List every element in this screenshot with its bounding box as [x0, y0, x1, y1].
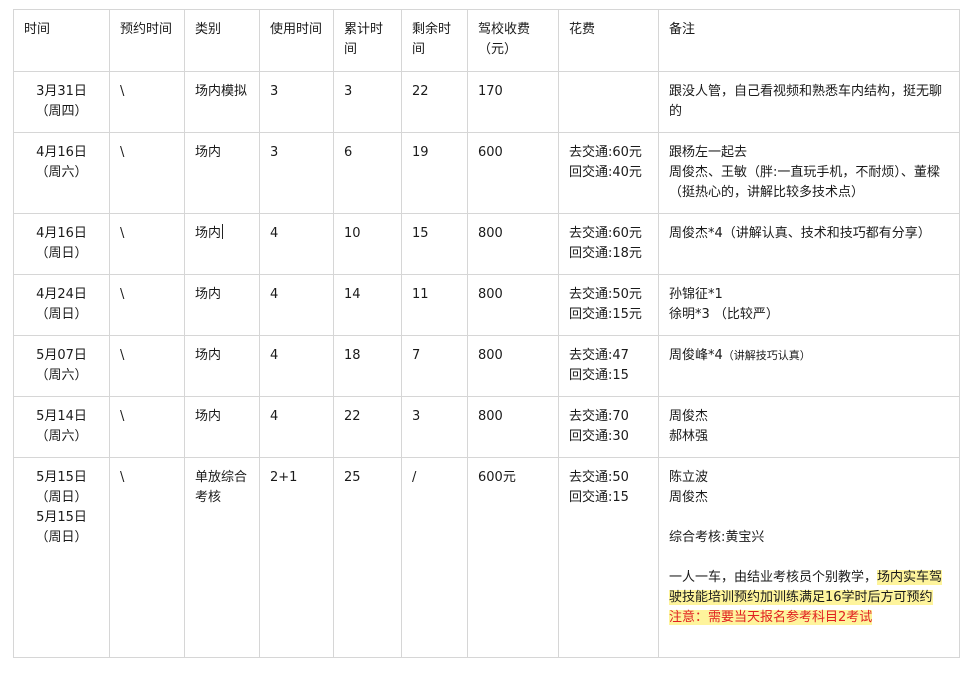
table-row: 4月16日 （周日） \ 场内 4 10 15 800 去交通:60元 回交通:18…	[13, 213, 960, 275]
booking-cell[interactable]: \	[109, 132, 185, 214]
cost-cell[interactable]: 去交通:50元 回交通:15元	[558, 274, 659, 336]
cost-cell[interactable]: 去交通:47 回交通:15	[558, 335, 659, 397]
remaining-time-cell[interactable]: 22	[401, 71, 468, 133]
driving-record-table: 时间 预约时间 类别 使用时间 累计时间 剩余时间 驾校收费（元） 花费 备注 …	[13, 9, 960, 658]
category-cell[interactable]: 单放综合考核	[184, 457, 260, 658]
table-row: 3月31日 （周四） \ 场内模拟 3 3 22 170 跟没人管，自己看视频和熟…	[13, 71, 960, 133]
booking-cell[interactable]: \	[109, 213, 185, 275]
cost-cell[interactable]	[558, 71, 659, 133]
remaining-time-cell[interactable]: 11	[401, 274, 468, 336]
fee-cell[interactable]: 800	[467, 213, 559, 275]
category-cell[interactable]: 场内	[184, 335, 260, 397]
header-cost: 花费	[558, 9, 659, 72]
header-use-time: 使用时间	[259, 9, 334, 72]
total-time-cell[interactable]: 25	[333, 457, 402, 658]
notes-cell[interactable]: 孙锦征*1 徐明*3 （比较严）	[658, 274, 960, 336]
exam-note: 综合考核:黄宝兴	[669, 530, 765, 545]
header-category: 类别	[184, 9, 260, 72]
fee-cell[interactable]: 800	[467, 335, 559, 397]
header-total-time: 累计时间	[333, 9, 402, 72]
notes-cell[interactable]: 跟没人管，自己看视频和熟悉车内结构，挺无聊的	[658, 71, 960, 133]
notes-cell[interactable]: 周俊峰*4（讲解技巧认真）	[658, 335, 960, 397]
header-time: 时间	[13, 9, 110, 72]
total-time-cell[interactable]: 10	[333, 213, 402, 275]
date-cell[interactable]: 4月16日 （周六）	[13, 132, 110, 214]
category-cell[interactable]: 场内	[184, 213, 260, 275]
total-time-cell[interactable]: 14	[333, 274, 402, 336]
category-cell[interactable]: 场内	[184, 274, 260, 336]
remaining-time-cell[interactable]: 15	[401, 213, 468, 275]
booking-cell[interactable]: \	[109, 396, 185, 458]
notes-cell[interactable]: 陈立波 周俊杰 综合考核:黄宝兴 一人一车，由结业考核员个别教学，场内实车驾驶技…	[658, 457, 960, 658]
warning-note: 注意：需要当天报名参考科目2考试	[669, 610, 873, 625]
use-time-cell[interactable]: 3	[259, 71, 334, 133]
header-school-fee: 驾校收费（元）	[467, 9, 559, 72]
date-cell[interactable]: 5月15日 （周日） 5月15日 （周日）	[13, 457, 110, 658]
cost-cell[interactable]: 去交通:70 回交通:30	[558, 396, 659, 458]
notes-cell[interactable]: 周俊杰*4（讲解认真、技术和技巧都有分享）	[658, 213, 960, 275]
use-time-cell[interactable]: 4	[259, 335, 334, 397]
total-time-cell[interactable]: 18	[333, 335, 402, 397]
table-row: 4月24日 （周日） \ 场内 4 14 11 800 去交通:50元 回交通:15…	[13, 274, 960, 336]
table-row: 5月15日 （周日） 5月15日 （周日） \ 单放综合考核 2+1 25 / 600…	[13, 457, 960, 658]
notes-cell[interactable]: 跟杨左一起去 周俊杰、王敏（胖:一直玩手机，不耐烦）、董樑（挺热心的，讲解比较多技…	[658, 132, 960, 214]
use-time-cell[interactable]: 4	[259, 396, 334, 458]
header-notes: 备注	[658, 9, 960, 72]
date-cell[interactable]: 4月16日 （周日）	[13, 213, 110, 275]
fee-cell[interactable]: 800	[467, 274, 559, 336]
record-table-wrapper: 时间 预约时间 类别 使用时间 累计时间 剩余时间 驾校收费（元） 花费 备注 …	[13, 9, 960, 658]
fee-cell[interactable]: 600元	[467, 457, 559, 658]
notes-cell[interactable]: 周俊杰 郝林强	[658, 396, 960, 458]
cost-cell[interactable]: 去交通:50 回交通:15	[558, 457, 659, 658]
total-time-cell[interactable]: 6	[333, 132, 402, 214]
fee-cell[interactable]: 600	[467, 132, 559, 214]
header-booking-time: 预约时间	[109, 9, 185, 72]
total-time-cell[interactable]: 3	[333, 71, 402, 133]
use-time-cell[interactable]: 3	[259, 132, 334, 214]
booking-cell[interactable]: \	[109, 457, 185, 658]
date-cell[interactable]: 4月24日 （周日）	[13, 274, 110, 336]
header-remaining-time: 剩余时间	[401, 9, 468, 72]
table-row: 5月07日 （周六） \ 场内 4 18 7 800 去交通:47 回交通:15 周…	[13, 335, 960, 397]
use-time-cell[interactable]: 4	[259, 213, 334, 275]
booking-cell[interactable]: \	[109, 335, 185, 397]
total-time-cell[interactable]: 22	[333, 396, 402, 458]
header-row: 时间 预约时间 类别 使用时间 累计时间 剩余时间 驾校收费（元） 花费 备注	[13, 9, 960, 72]
date-cell[interactable]: 5月14日 （周六）	[13, 396, 110, 458]
booking-cell[interactable]: \	[109, 274, 185, 336]
fee-cell[interactable]: 800	[467, 396, 559, 458]
text-cursor	[222, 224, 224, 239]
table-row: 4月16日 （周六） \ 场内 3 6 19 600 去交通:60元 回交通:40元…	[13, 132, 960, 214]
category-cell[interactable]: 场内模拟	[184, 71, 260, 133]
table-row: 5月14日 （周六） \ 场内 4 22 3 800 去交通:70 回交通:30 周…	[13, 396, 960, 458]
use-time-cell[interactable]: 4	[259, 274, 334, 336]
use-time-cell[interactable]: 2+1	[259, 457, 334, 658]
remaining-time-cell[interactable]: 3	[401, 396, 468, 458]
date-cell[interactable]: 3月31日 （周四）	[13, 71, 110, 133]
category-cell[interactable]: 场内	[184, 132, 260, 214]
remaining-time-cell[interactable]: 19	[401, 132, 468, 214]
cost-cell[interactable]: 去交通:60元 回交通:40元	[558, 132, 659, 214]
cost-cell[interactable]: 去交通:60元 回交通:18元	[558, 213, 659, 275]
date-cell[interactable]: 5月07日 （周六）	[13, 335, 110, 397]
desc-plain: 一人一车，由结业考核员个别教学，	[669, 570, 878, 585]
fee-cell[interactable]: 170	[467, 71, 559, 133]
notes-small-text: （讲解技巧认真）	[722, 349, 811, 362]
category-cell[interactable]: 场内	[184, 396, 260, 458]
booking-cell[interactable]: \	[109, 71, 185, 133]
remaining-time-cell[interactable]: /	[401, 457, 468, 658]
remaining-time-cell[interactable]: 7	[401, 335, 468, 397]
